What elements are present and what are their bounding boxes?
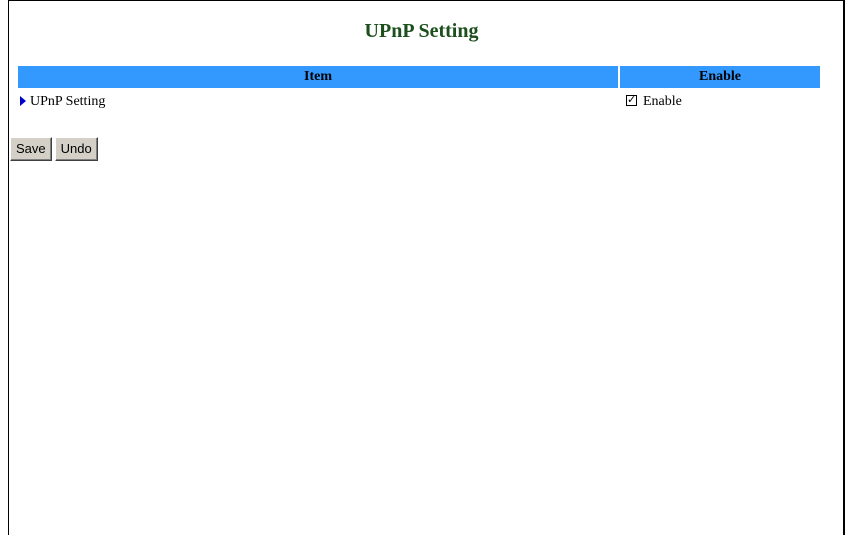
column-header-enable: Enable (620, 66, 820, 88)
frame-left-border (8, 0, 9, 535)
upnp-setting-label: UPnP Setting (30, 94, 106, 109)
undo-button[interactable]: Undo (54, 137, 98, 161)
check-mark-icon: ✓ (627, 93, 637, 106)
upnp-setting-cell: UPnP Setting (18, 88, 620, 116)
upnp-enable-cell: ✓ Enable (620, 88, 820, 116)
table-header-row: Item Enable (18, 66, 820, 88)
save-button[interactable]: Save (10, 137, 52, 161)
button-row: Save Undo (10, 137, 101, 161)
settings-table: Item Enable UPnP Setting ✓ Enable (18, 66, 820, 116)
frame-top-border (8, 0, 845, 1)
page-title: UPnP Setting (364, 20, 479, 42)
arrow-right-icon (20, 96, 26, 106)
table-row: UPnP Setting ✓ Enable (18, 88, 820, 116)
upnp-enable-checkbox-label[interactable]: Enable (643, 94, 682, 109)
upnp-enable-checkbox[interactable]: ✓ (626, 93, 637, 106)
column-header-item: Item (18, 66, 620, 88)
